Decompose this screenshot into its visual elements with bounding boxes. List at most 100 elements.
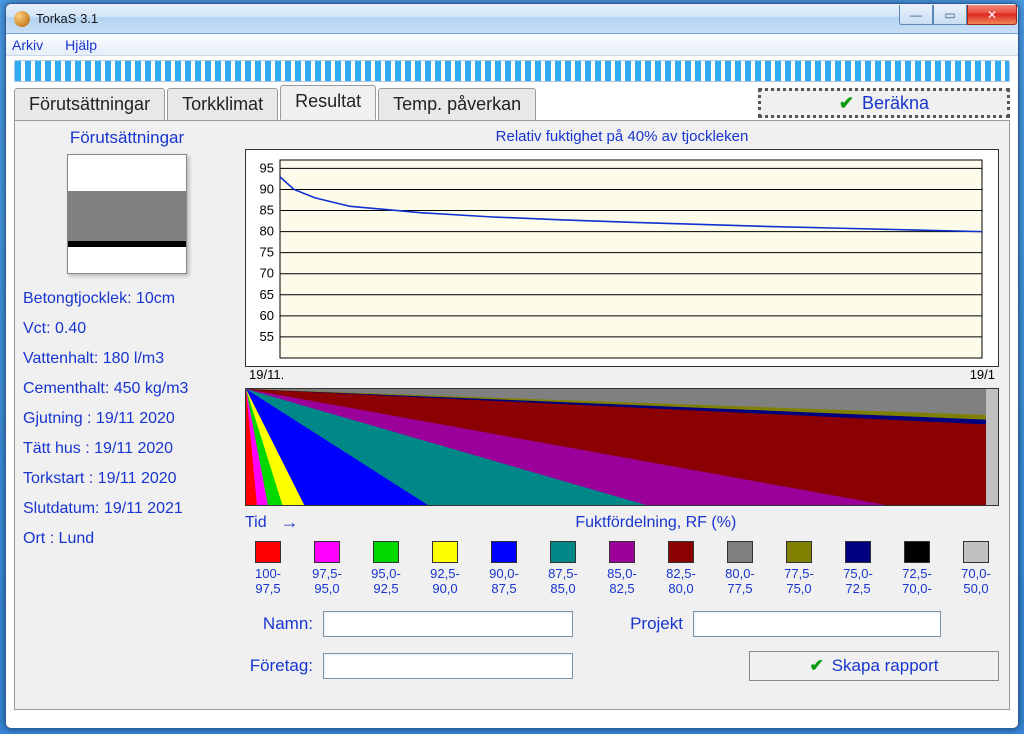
project-label: Projekt xyxy=(623,614,683,634)
calculate-label: Beräkna xyxy=(862,93,929,114)
info-enddate: Slutdatum: 19/11 2021 xyxy=(23,500,231,518)
heatmap xyxy=(245,388,999,506)
legend-swatch xyxy=(845,541,871,563)
tab-temp-paverkan[interactable]: Temp. påverkan xyxy=(378,88,536,121)
svg-text:95: 95 xyxy=(260,160,274,175)
slab-barrier-layer xyxy=(68,241,186,247)
info-vct: Vct: 0.40 xyxy=(23,320,231,338)
tab-resultat[interactable]: Resultat xyxy=(280,85,376,120)
tabbar: Förutsättningar Torkklimat Resultat Temp… xyxy=(14,86,1010,120)
line-chart-svg: 556065707580859095 xyxy=(246,150,986,366)
tab-torkklimat[interactable]: Torkklimat xyxy=(167,88,278,121)
legend-item-11: 72,5-70,0- xyxy=(894,541,940,597)
calculate-button[interactable]: ✔ Beräkna xyxy=(758,88,1010,118)
legend-label: 82,5-80,0 xyxy=(658,567,704,597)
legend-item-1: 97,5-95,0 xyxy=(304,541,350,597)
line-chart: 556065707580859095 xyxy=(245,149,999,367)
legend-label: 85,0-82,5 xyxy=(599,567,645,597)
legend-swatch xyxy=(373,541,399,563)
legend-swatch xyxy=(904,541,930,563)
legend-label: 90,0-87,5 xyxy=(481,567,527,597)
legend-label: 75,0-72,5 xyxy=(835,567,881,597)
svg-text:75: 75 xyxy=(260,245,274,260)
svg-text:85: 85 xyxy=(260,203,274,218)
legend-item-7: 82,5-80,0 xyxy=(658,541,704,597)
legend-label: 100-97,5 xyxy=(245,567,291,597)
tid-label: Tid xyxy=(245,514,267,532)
legend-item-2: 95,0-92,5 xyxy=(363,541,409,597)
window-title: TorkaS 3.1 xyxy=(36,11,899,26)
legend-item-8: 80,0-77,5 xyxy=(717,541,763,597)
legend-swatch xyxy=(668,541,694,563)
legend-swatch xyxy=(786,541,812,563)
titlebar: TorkaS 3.1 — ▭ ✕ xyxy=(6,4,1018,34)
legend-item-3: 92,5-90,0 xyxy=(422,541,468,597)
app-window: TorkaS 3.1 — ▭ ✕ Arkiv Hjälp Förutsättni… xyxy=(5,3,1019,729)
arrow-right-icon: → xyxy=(281,512,299,533)
chart-title: Relativ fuktighet på 40% av tjockleken xyxy=(245,128,999,145)
create-report-label: Skapa rapport xyxy=(832,656,939,676)
svg-text:80: 80 xyxy=(260,224,274,239)
legend-swatch xyxy=(963,541,989,563)
progress-bar xyxy=(14,60,1010,82)
legend: 100-97,5 97,5-95,0 95,0-92,5 92,5-90,0 90,0-… xyxy=(245,541,999,597)
app-icon xyxy=(14,11,30,27)
svg-text:70: 70 xyxy=(260,266,274,281)
info-cement: Cementhalt: 450 kg/m3 xyxy=(23,380,231,398)
sidebar-title: Förutsättningar xyxy=(23,128,231,148)
menu-file[interactable]: Arkiv xyxy=(12,37,43,53)
heatmap-title: Fuktfördelning, RF (%) xyxy=(313,514,999,532)
main-area: Relativ fuktighet på 40% av tjockleken 5… xyxy=(239,120,1009,709)
legend-item-5: 87,5-85,0 xyxy=(540,541,586,597)
company-input[interactable] xyxy=(323,653,573,679)
legend-item-6: 85,0-82,5 xyxy=(599,541,645,597)
legend-label: 97,5-95,0 xyxy=(304,567,350,597)
slab-preview xyxy=(67,154,187,274)
legend-label: 72,5-70,0- xyxy=(894,567,940,597)
create-report-button[interactable]: ✔ Skapa rapport xyxy=(749,651,999,681)
legend-swatch xyxy=(314,541,340,563)
project-input[interactable] xyxy=(693,611,941,637)
legend-label: 95,0-92,5 xyxy=(363,567,409,597)
legend-item-4: 90,0-87,5 xyxy=(481,541,527,597)
x-end-label: 19/1 xyxy=(970,367,995,382)
legend-label: 77,5-75,0 xyxy=(776,567,822,597)
name-label: Namn: xyxy=(245,614,313,634)
x-start-label: 19/11. xyxy=(249,367,284,382)
legend-label: 70,0-50,0 xyxy=(953,567,999,597)
info-drystart: Torkstart : 19/11 2020 xyxy=(23,470,231,488)
svg-text:90: 90 xyxy=(260,181,274,196)
legend-item-0: 100-97,5 xyxy=(245,541,291,597)
legend-item-12: 70,0-50,0 xyxy=(953,541,999,597)
legend-item-10: 75,0-72,5 xyxy=(835,541,881,597)
check-icon: ✔ xyxy=(839,93,854,114)
legend-item-9: 77,5-75,0 xyxy=(776,541,822,597)
legend-swatch xyxy=(432,541,458,563)
name-input[interactable] xyxy=(323,611,573,637)
info-water: Vattenhalt: 180 l/m3 xyxy=(23,350,231,368)
sidebar: Förutsättningar Betongtjocklek: 10cm Vct… xyxy=(15,120,239,709)
legend-swatch xyxy=(255,541,281,563)
legend-swatch xyxy=(727,541,753,563)
legend-swatch xyxy=(491,541,517,563)
maximize-button[interactable]: ▭ xyxy=(933,5,967,25)
info-ort: Ort : Lund xyxy=(23,530,231,548)
close-button[interactable]: ✕ xyxy=(967,5,1017,25)
result-panel: Förutsättningar Betongtjocklek: 10cm Vct… xyxy=(14,120,1010,710)
legend-label: 92,5-90,0 xyxy=(422,567,468,597)
info-thickness: Betongtjocklek: 10cm xyxy=(23,290,231,308)
heatmap-svg xyxy=(246,389,986,506)
legend-swatch xyxy=(550,541,576,563)
check-icon: ✔ xyxy=(809,656,823,676)
slab-concrete-layer xyxy=(68,191,186,241)
minimize-button[interactable]: — xyxy=(899,5,933,25)
legend-label: 87,5-85,0 xyxy=(540,567,586,597)
info-tight: Tätt hus : 19/11 2020 xyxy=(23,440,231,458)
tab-forutsattningar[interactable]: Förutsättningar xyxy=(14,88,165,121)
menu-help[interactable]: Hjälp xyxy=(65,37,97,53)
svg-text:60: 60 xyxy=(260,308,274,323)
legend-label: 80,0-77,5 xyxy=(717,567,763,597)
svg-text:65: 65 xyxy=(260,287,274,302)
info-casting: Gjutning : 19/11 2020 xyxy=(23,410,231,428)
legend-swatch xyxy=(609,541,635,563)
